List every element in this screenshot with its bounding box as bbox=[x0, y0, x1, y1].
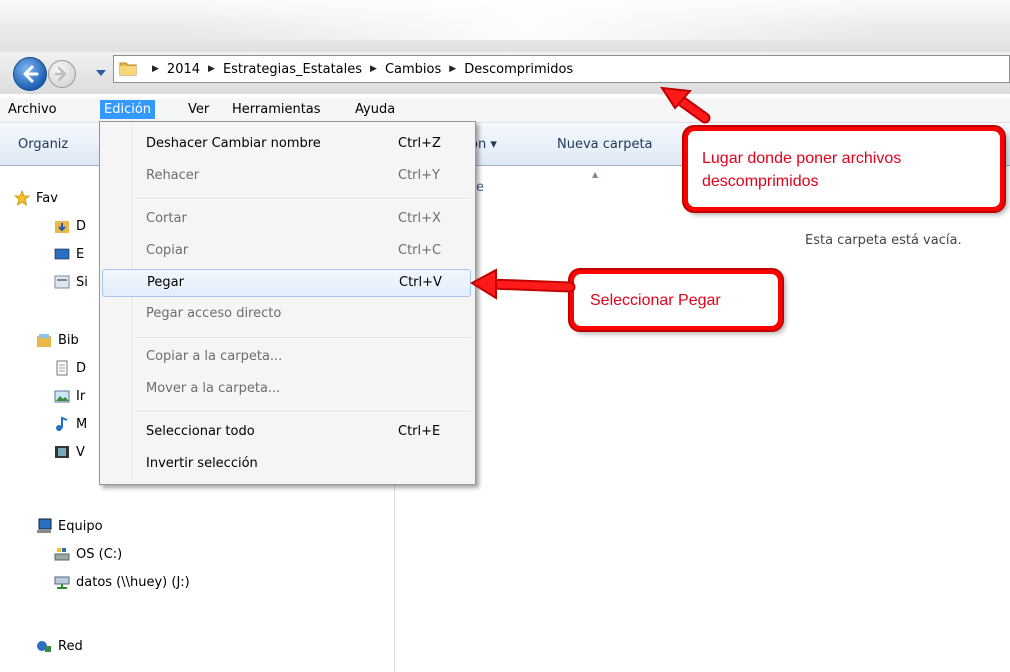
arrow-to-paste-icon bbox=[486, 280, 574, 291]
annotation-arrows bbox=[470, 86, 711, 300]
